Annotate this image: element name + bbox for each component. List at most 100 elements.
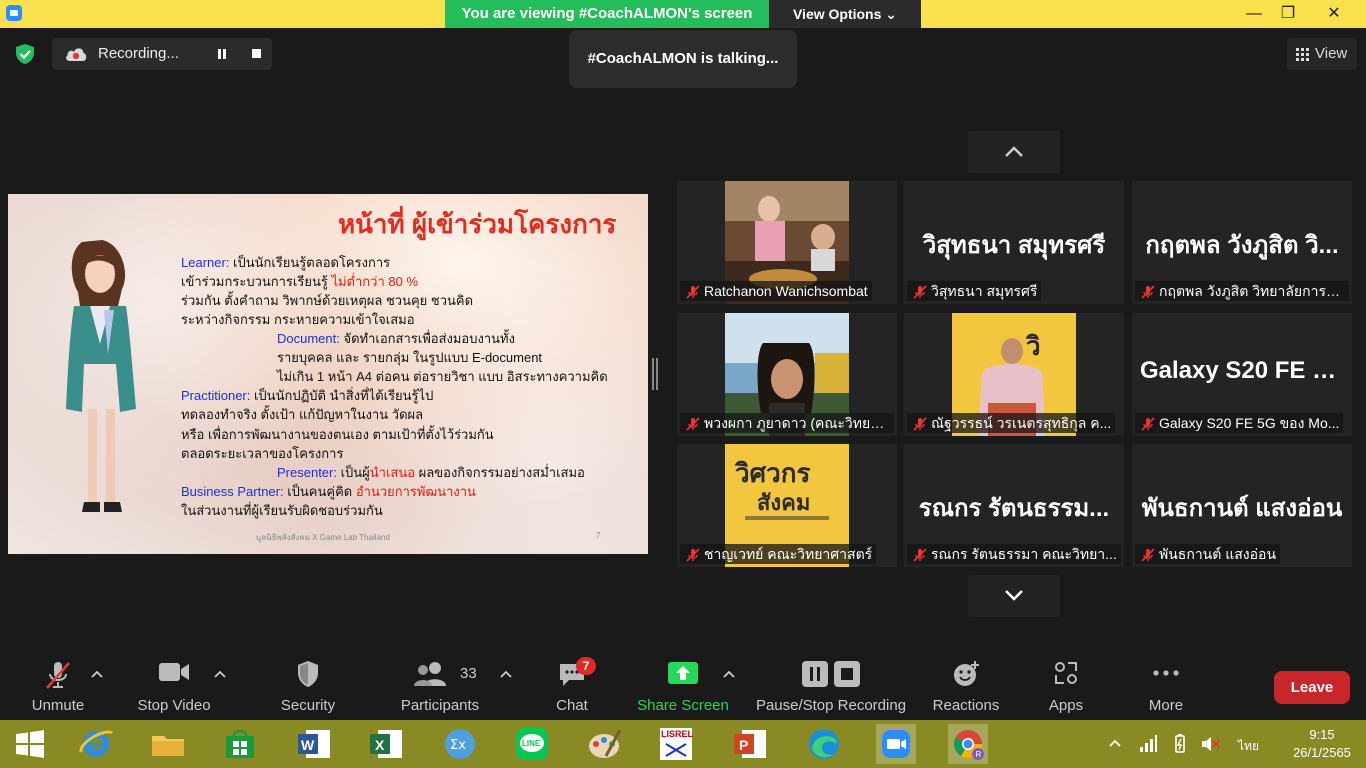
- participant-tile[interactable]: วิสุทธนา สมุทรศรี วิสุทธนา สมุทรศรี: [904, 181, 1124, 304]
- svg-text:Σx: Σx: [450, 738, 466, 753]
- recording-indicator: Recording...: [52, 38, 272, 70]
- muted-mic-icon: [913, 285, 927, 299]
- slide-line: หรือ เพื่อการพัฒนางานของตนเอง ตามเป้าที่…: [181, 427, 494, 442]
- gallery-next-button[interactable]: [968, 575, 1060, 617]
- slide-text: จัดทำเอกสารเพื่อส่งมอบงานทั้ง: [339, 331, 515, 346]
- microsoft-edge-icon[interactable]: [804, 724, 844, 764]
- security-shield-icon: [298, 661, 318, 687]
- participant-tile[interactable]: รณกร รัตนธรรม... รณกร รัตนธรรมา คณะวิทยา…: [904, 444, 1124, 567]
- muted-mic-icon: [686, 548, 700, 562]
- paint-app-icon[interactable]: [584, 724, 624, 764]
- security-label: Security: [280, 697, 336, 714]
- recording-label: Recording...: [98, 45, 179, 62]
- share-screen-button[interactable]: Share Screen: [634, 648, 732, 720]
- clock-date: 26/1/2565: [1293, 745, 1351, 760]
- unmute-button[interactable]: Unmute: [20, 648, 96, 720]
- file-explorer-icon[interactable]: [148, 724, 188, 764]
- slide-keyword: Practitioner:: [181, 388, 251, 403]
- microsoft-word-icon[interactable]: W: [294, 724, 334, 764]
- slide-line: Presenter: เป็นผู้นำเสนอ ผลของกิจกรรมอย่…: [277, 462, 585, 483]
- participant-tile[interactable]: Ratchanon Wanichsombat: [677, 181, 897, 304]
- split-resize-handle[interactable]: [652, 358, 658, 390]
- participant-name-label: พันธกานต์ แสงอ่อน: [1135, 544, 1281, 564]
- chat-button[interactable]: 7 Chat: [540, 648, 604, 720]
- slide-keyword: Presenter:: [277, 465, 337, 480]
- pause-stop-recording-label: Pause/Stop Recording: [755, 697, 907, 714]
- slide-line: ตลอดระยะเวลาของโครงการ: [181, 446, 344, 461]
- chat-unread-badge: 7: [576, 657, 596, 675]
- encryption-shield-icon[interactable]: [14, 43, 36, 65]
- muted-microphone-icon: [46, 662, 70, 689]
- network-signal-icon[interactable]: [1138, 734, 1158, 754]
- gallery-previous-button[interactable]: [968, 131, 1060, 173]
- slide-keyword: Business Partner:: [181, 484, 284, 499]
- svg-text:W: W: [301, 737, 315, 753]
- participant-tile[interactable]: วิศวกร สังคม ชาญเวทย์ คณะวิทยาศาสตร์: [677, 444, 897, 567]
- participant-name-label: รณกร รัตนธรรมา คณะวิทยา...: [907, 544, 1121, 564]
- active-speaker-toast: #CoachALMON is talking...: [569, 30, 797, 88]
- meeting-toolbar: Unmute Stop Video Security 33 Participan…: [0, 648, 1366, 720]
- participant-tile[interactable]: พวงผกา ภูยาดาว (คณะวิทยาศ...: [677, 313, 897, 436]
- muted-mic-icon: [913, 548, 927, 562]
- pause-recording-icon[interactable]: [210, 45, 234, 63]
- participant-display-name: กฤตพล วังภูสิต วิ...: [1145, 232, 1339, 259]
- smiley-plus-icon: [954, 661, 979, 686]
- participant-display-name: รณกร รัตนธรรม...: [918, 495, 1110, 522]
- line-app-icon[interactable]: LINE: [512, 724, 552, 764]
- video-options-chevron-icon[interactable]: [214, 670, 226, 678]
- leave-meeting-button[interactable]: Leave: [1274, 671, 1350, 704]
- muted-mic-icon: [1141, 285, 1155, 299]
- apps-button[interactable]: Apps: [1036, 648, 1096, 720]
- zoom-app-taskbar-icon[interactable]: [876, 724, 916, 764]
- slide-highlight: นำเสนอ: [369, 465, 416, 480]
- participants-options-chevron-icon[interactable]: [500, 670, 512, 678]
- more-button[interactable]: More: [1136, 648, 1196, 720]
- system-clock[interactable]: 9:15 26/1/2565: [1292, 726, 1352, 762]
- participant-name-label: วิสุทธนา สมุทรศรี: [907, 281, 1042, 301]
- audio-options-chevron-icon[interactable]: [91, 670, 103, 678]
- microsoft-store-icon[interactable]: [220, 724, 260, 764]
- battery-charging-icon[interactable]: [1170, 734, 1190, 754]
- participant-tile[interactable]: Galaxy S20 FE 5... Galaxy S20 FE 5G ของ …: [1132, 313, 1352, 436]
- participant-name: วิสุทธนา สมุทรศรี: [931, 283, 1038, 299]
- participant-name: Galaxy S20 FE 5G ของ Mo...: [1159, 415, 1340, 431]
- participant-name-label: Ratchanon Wanichsombat: [680, 281, 872, 301]
- speaker-muted-icon[interactable]: [1200, 734, 1220, 754]
- math-input-icon[interactable]: Σx: [440, 724, 480, 764]
- participant-name-label: ณัฐวรรธน์ วรเนตรสุทธิกุล ค...: [907, 413, 1116, 433]
- slide-text: เป็นนักเรียนรู้ตลอดโครงการ: [229, 255, 391, 270]
- view-layout-button[interactable]: View: [1287, 38, 1357, 70]
- participants-icon: [414, 662, 447, 686]
- windows-taskbar: W X Σx LINE LISREL P R: [0, 720, 1366, 768]
- pause-stop-recording-button[interactable]: Pause/Stop Recording: [752, 648, 910, 720]
- slide-highlight: ทดลองทำจริง ตั้งเป้า แก้ปัญหาในงาน วัดผล: [181, 407, 424, 422]
- microsoft-powerpoint-icon[interactable]: P: [730, 724, 770, 764]
- show-hidden-icons-chevron-icon[interactable]: [1108, 738, 1122, 748]
- reactions-button[interactable]: Reactions: [926, 648, 1006, 720]
- share-options-chevron-icon[interactable]: [723, 670, 735, 678]
- security-button[interactable]: Security: [270, 648, 346, 720]
- stop-video-button[interactable]: Stop Video: [128, 648, 220, 720]
- participant-display-name: วิสุทธนา สมุทรศรี: [922, 232, 1106, 259]
- video-camera-icon: [159, 663, 189, 681]
- internet-explorer-icon[interactable]: [76, 724, 116, 764]
- windows-start-icon[interactable]: [10, 724, 50, 764]
- lisrel-app-icon[interactable]: LISREL: [656, 724, 696, 764]
- participants-button[interactable]: 33 Participants: [392, 648, 488, 720]
- google-chrome-icon[interactable]: R: [948, 724, 988, 764]
- muted-mic-icon: [1141, 548, 1155, 562]
- microsoft-excel-icon[interactable]: X: [366, 724, 406, 764]
- participant-tile[interactable]: พันธกานต์ แสงอ่อน พันธกานต์ แสงอ่อน: [1132, 444, 1352, 567]
- restore-icon[interactable]: ❐: [1268, 0, 1308, 28]
- stop-recording-icon[interactable]: [244, 45, 268, 63]
- participant-tile[interactable]: กฤตพล วังภูสิต วิ... กฤตพล วังภูสิต วิทย…: [1132, 181, 1352, 304]
- close-icon[interactable]: ✕: [1314, 0, 1354, 28]
- view-options-button[interactable]: View Options ⌄: [769, 0, 921, 28]
- clock-time: 9:15: [1309, 727, 1335, 742]
- participant-tile[interactable]: วิ ณัฐวรรธน์ วรเนตรสุทธิกุล ค...: [904, 313, 1124, 436]
- input-language-indicator[interactable]: ไทย: [1238, 737, 1259, 756]
- participant-name-label: Galaxy S20 FE 5G ของ Mo...: [1135, 413, 1344, 433]
- svg-text:LISREL: LISREL: [661, 729, 694, 739]
- slide-text: เป็นนักปฏิบัติ นำสิ่งที่ได้เรียนรู้ไป: [250, 388, 434, 403]
- chevron-up-icon: [1005, 146, 1023, 157]
